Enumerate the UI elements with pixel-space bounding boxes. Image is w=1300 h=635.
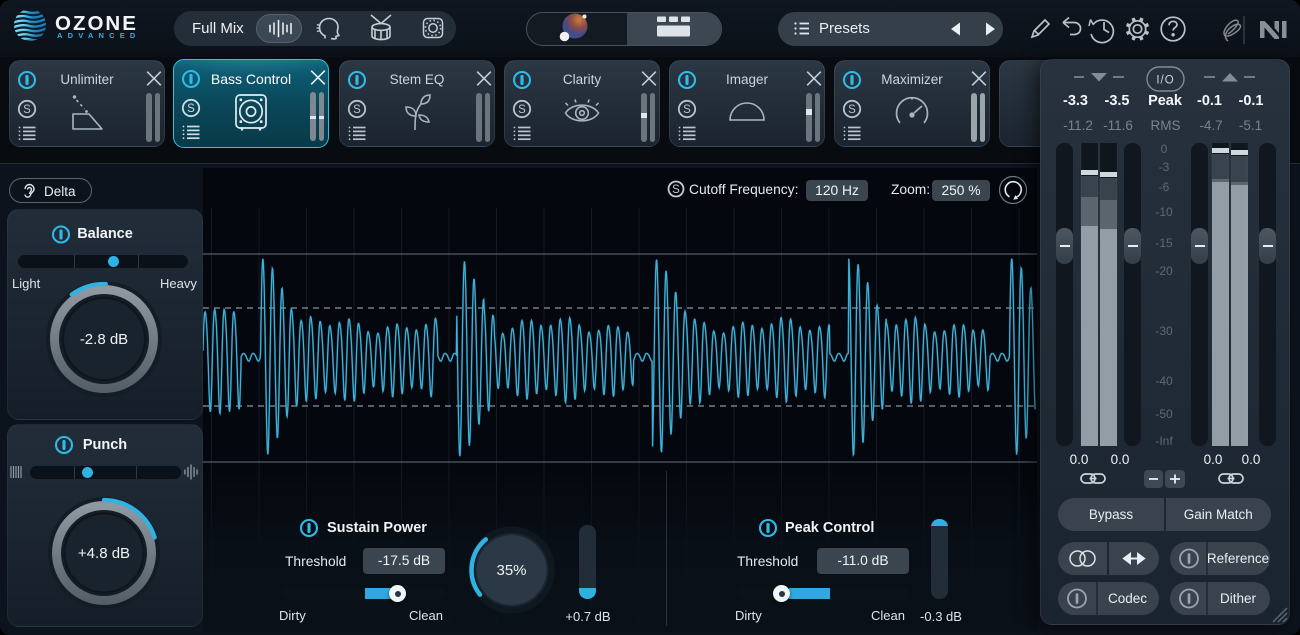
svg-text:S: S — [187, 103, 195, 115]
svg-text:S: S — [683, 104, 691, 116]
svg-text:35%: 35% — [496, 562, 526, 579]
svg-text:+4.8 dB: +4.8 dB — [78, 545, 130, 562]
svg-text:S: S — [672, 184, 680, 196]
svg-text:S: S — [518, 104, 526, 116]
svg-text:I/O: I/O — [1156, 75, 1174, 87]
svg-text:S: S — [23, 104, 31, 116]
svg-text:S: S — [353, 104, 361, 116]
svg-text:-2.8 dB: -2.8 dB — [80, 331, 128, 348]
svg-text:S: S — [848, 104, 856, 116]
